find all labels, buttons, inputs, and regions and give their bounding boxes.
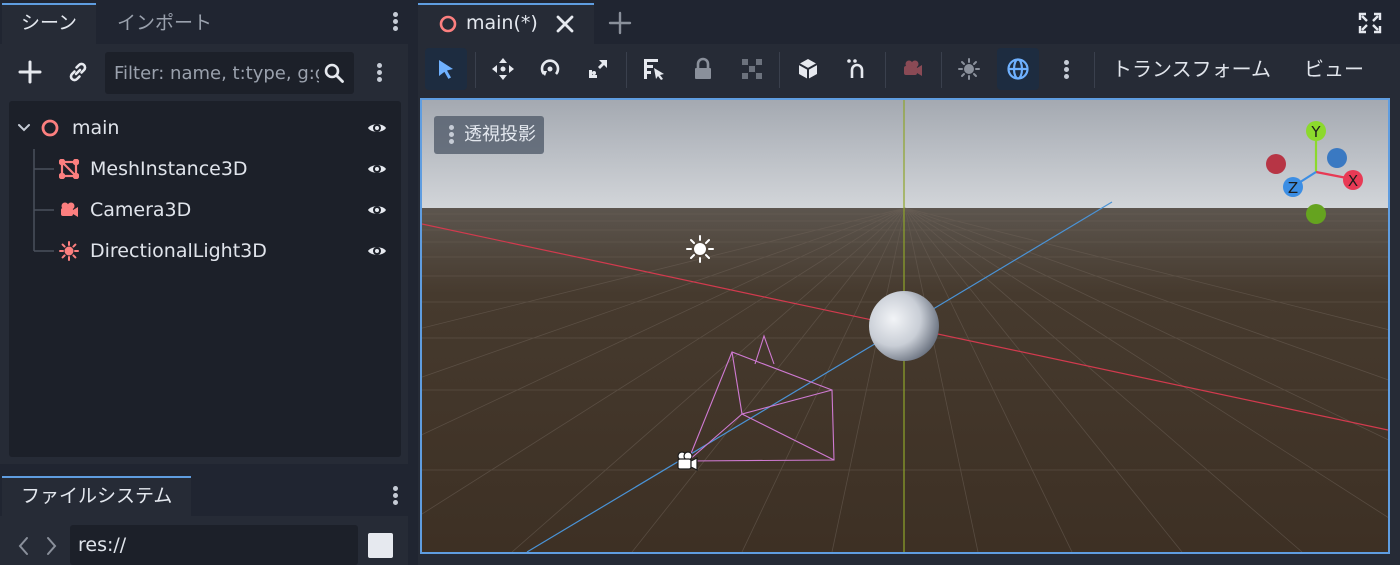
tab-import[interactable]: インポート — [98, 3, 231, 44]
tree-item-main[interactable]: main — [9, 108, 401, 148]
sun-light-icon — [59, 241, 79, 261]
camera-preview-icon — [904, 60, 922, 76]
scene-dock-tabbar: シーン インポート — [0, 0, 408, 44]
tree-item-meshinstance3d[interactable]: MeshInstance3D — [9, 149, 401, 189]
gizmo-z-label: Z — [1288, 179, 1298, 197]
toggle-split-mode-icon[interactable] — [368, 533, 393, 558]
filesystem-tabbar: ファイルシステム — [0, 474, 408, 516]
gizmo-x-label: X — [1348, 172, 1358, 190]
snap-button[interactable] — [836, 48, 878, 90]
perspective-menu-button[interactable]: 透視投影 — [434, 116, 544, 154]
group-button[interactable] — [731, 48, 773, 90]
tree-item-label: DirectionalLight3D — [90, 240, 267, 262]
tree-item-label: MeshInstance3D — [90, 158, 248, 180]
snap-magnet-icon — [847, 59, 864, 78]
scale-icon — [589, 60, 607, 78]
scene-panel: シーン インポート Filter: name, t:type, g:group … — [0, 0, 408, 464]
local-space-button[interactable] — [787, 48, 829, 90]
viewport-scene: Y X Z — [422, 100, 1388, 552]
node3d-ring-icon — [41, 119, 59, 137]
forward-arrow-icon[interactable] — [42, 535, 60, 557]
chevron-down-icon[interactable] — [17, 121, 31, 135]
view-menu[interactable]: ビュー — [1304, 48, 1364, 90]
environment-preview-button[interactable] — [997, 48, 1039, 90]
move-mode-button[interactable] — [482, 48, 524, 90]
main-editor: main(*) トランスフォーム ビュー Y X Z 透視投影 — [418, 0, 1400, 565]
lock-icon — [695, 57, 711, 79]
scale-mode-button[interactable] — [577, 48, 619, 90]
rotate-mode-button[interactable] — [529, 48, 571, 90]
filesystem-panel: ファイルシステム res:// — [0, 474, 408, 565]
node3d-ring-icon — [439, 15, 457, 33]
path-field[interactable]: res:// — [70, 525, 358, 565]
visibility-eye-icon[interactable] — [367, 200, 387, 220]
rotate-icon — [540, 59, 560, 76]
cube-icon — [798, 59, 818, 79]
editor-window: シーン インポート Filter: name, t:type, g:group … — [0, 0, 1400, 565]
scene-tree: main MeshInstance3D Camera3D Directional… — [9, 101, 401, 457]
scene-tab-title: main(*) — [466, 12, 538, 34]
viewport-toolbar: トランスフォーム ビュー — [418, 44, 1400, 98]
filesystem-menu-icon[interactable] — [388, 482, 402, 510]
sky — [422, 100, 1388, 210]
visibility-eye-icon[interactable] — [367, 159, 387, 179]
camera-icon — [61, 202, 78, 217]
mesh-instance-icon — [59, 159, 79, 179]
gizmo-y-label: Y — [1310, 123, 1321, 141]
add-scene-tab-icon[interactable] — [608, 11, 632, 35]
mesh-sphere — [869, 291, 939, 361]
globe-icon — [1007, 58, 1029, 80]
transform-menu[interactable]: トランスフォーム — [1112, 48, 1271, 90]
search-icon — [318, 57, 350, 89]
visibility-eye-icon[interactable] — [367, 241, 387, 261]
select-mode-button[interactable] — [425, 48, 467, 90]
scene-tab-main[interactable]: main(*) — [418, 3, 594, 44]
preview-camera-button[interactable] — [892, 48, 934, 90]
tab-scene[interactable]: シーン — [2, 3, 97, 44]
perspective-label: 透視投影 — [464, 124, 536, 145]
tree-item-directionallight3d[interactable]: DirectionalLight3D — [9, 231, 401, 271]
close-icon[interactable] — [555, 14, 575, 34]
select-arrow-icon — [439, 60, 453, 79]
back-arrow-icon[interactable] — [15, 535, 33, 557]
sun-preview-button[interactable] — [948, 48, 990, 90]
group-icon — [742, 59, 762, 79]
kebab-icon — [444, 121, 458, 149]
viewport-options-icon[interactable] — [1059, 56, 1073, 84]
scene-tabs-bar: main(*) — [418, 0, 1400, 44]
tree-item-camera3d[interactable]: Camera3D — [9, 190, 401, 230]
light-gizmo-icon — [686, 235, 714, 263]
scene-toolbar — [0, 44, 408, 100]
visibility-eye-icon[interactable] — [367, 118, 387, 138]
lock-button[interactable] — [682, 48, 724, 90]
tree-item-label: Camera3D — [90, 199, 192, 221]
list-select-button[interactable] — [633, 48, 675, 90]
sun-icon — [958, 58, 980, 80]
scene-dock-menu-icon[interactable] — [388, 8, 402, 36]
move-icon — [492, 58, 514, 80]
3d-viewport[interactable]: Y X Z 透視投影 — [420, 98, 1390, 554]
filter-field[interactable] — [105, 52, 354, 94]
ground-plane — [422, 208, 1388, 552]
instance-scene-link-icon[interactable] — [62, 56, 94, 88]
scene-tree-menu-icon[interactable] — [372, 59, 386, 87]
path-text: res:// — [78, 534, 127, 556]
add-node-icon[interactable] — [14, 56, 46, 88]
distraction-free-icon[interactable] — [1358, 12, 1382, 34]
filter-input[interactable] — [114, 52, 319, 94]
tree-item-label: main — [72, 117, 120, 139]
list-select-icon — [644, 59, 664, 80]
left-dock: シーン インポート Filter: name, t:type, g:group … — [0, 0, 408, 565]
tab-filesystem[interactable]: ファイルシステム — [2, 476, 192, 516]
